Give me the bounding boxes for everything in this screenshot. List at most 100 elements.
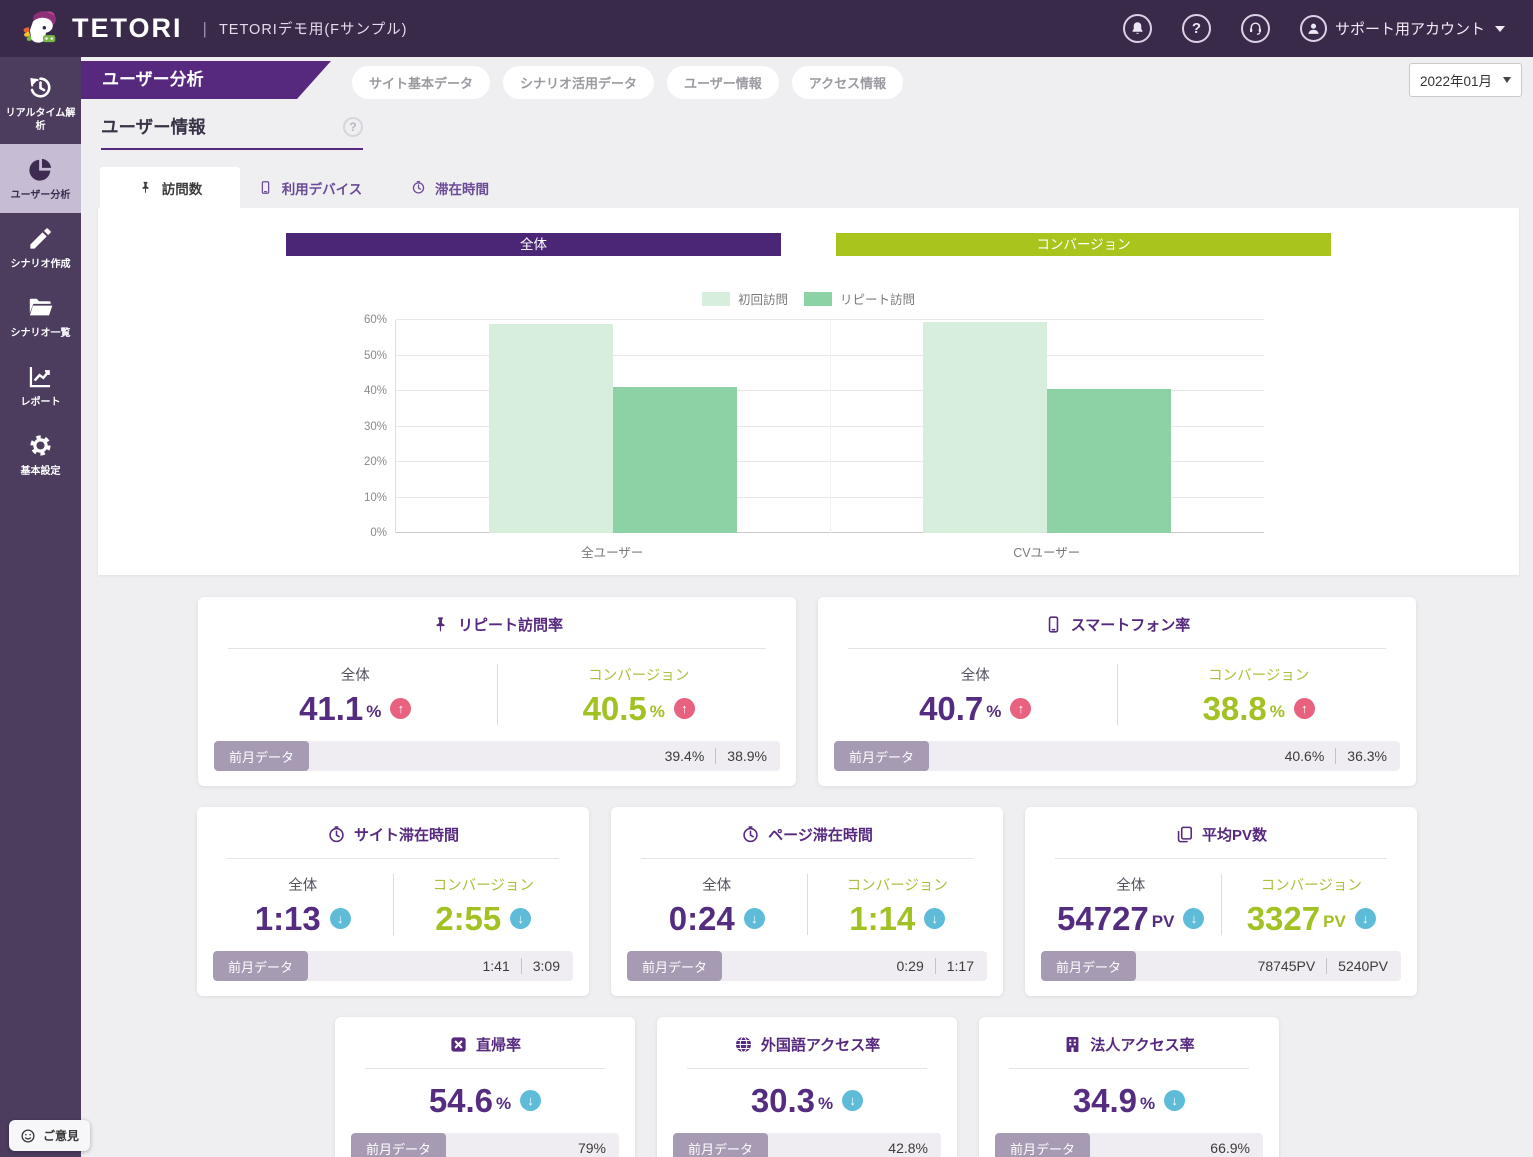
trend-down-icon: ↓ — [510, 908, 531, 929]
bar-first-visit-0[interactable] — [489, 324, 613, 533]
prev-month-chip: 前月データ — [351, 1133, 446, 1157]
sidebar-item-label: ユーザー分析 — [11, 189, 71, 202]
legend-swatch-first-visit — [702, 292, 730, 306]
page-header: ユーザー分析 サイト基本データシナリオ活用データユーザー情報アクセス情報 202… — [81, 57, 1533, 101]
trend-down-icon: ↓ — [520, 1090, 541, 1111]
user-icon — [1300, 15, 1327, 42]
card-metrics: 全体40.7%↑コンバージョン38.8%↑ — [834, 664, 1400, 725]
pill-2[interactable]: ユーザー情報 — [667, 66, 779, 99]
sidebar-item-settings[interactable]: 基本設定 — [0, 420, 81, 489]
section-help-icon[interactable]: ? — [343, 117, 363, 137]
prev-month-chip: 前月データ — [834, 741, 929, 771]
prev-month-row: 前月データ1:413:09 — [213, 951, 573, 981]
prev-month-values: 42.8% — [888, 1140, 941, 1156]
y-axis-tick: 0% — [343, 527, 387, 539]
sidebar-item-label: シナリオ作成 — [11, 258, 71, 271]
metric-unit: PV — [1152, 912, 1175, 935]
tab-visits[interactable]: 訪問数 — [100, 167, 240, 208]
card-divider — [227, 858, 559, 859]
tab-devices[interactable]: 利用デバイス — [240, 167, 380, 208]
help-icon[interactable]: ? — [1182, 14, 1211, 43]
metric-conversion: コンバージョン1:14↓ — [807, 874, 988, 935]
trend-down-icon: ↓ — [1164, 1090, 1185, 1111]
pin-icon — [431, 615, 450, 634]
page-title: ユーザー分析 — [81, 61, 331, 99]
card-title-bounce-rate: 直帰率 — [351, 1034, 619, 1055]
cards-row-2: 直帰率54.6%↓前月データ79%外国語アクセス率30.3%↓前月データ42.8… — [81, 1017, 1533, 1157]
trend-down-icon: ↓ — [330, 908, 351, 929]
bar-repeat-visit-1[interactable] — [1047, 389, 1171, 533]
metric-label: コンバージョン — [1261, 874, 1362, 895]
tetori-mascot-icon — [22, 8, 64, 50]
y-axis-tick: 50% — [343, 350, 387, 362]
metric-label: 全体 — [1116, 874, 1145, 895]
metric-value: 1:14 — [849, 902, 915, 935]
x-square-icon — [449, 1035, 468, 1054]
support-icon[interactable] — [1241, 14, 1270, 43]
kpi-cards: リピート訪問率全体41.1%↑コンバージョン40.5%↑前月データ39.4%38… — [81, 597, 1533, 1157]
bell-icon[interactable] — [1123, 14, 1152, 43]
prev-month-row: 前月データ 42.8% — [673, 1133, 941, 1157]
trend-down-icon: ↓ — [924, 908, 945, 929]
prev-month-chip: 前月データ — [673, 1133, 768, 1157]
sidebar-item-user-analysis[interactable]: ユーザー分析 — [0, 144, 81, 213]
prev-month-chip: 前月データ — [1041, 951, 1136, 981]
smiley-icon — [20, 1128, 36, 1144]
trend-down-icon: ↓ — [1355, 908, 1376, 929]
trend-down-icon: ↓ — [744, 908, 765, 929]
metric-conversion: コンバージョン3327PV↓ — [1221, 874, 1402, 935]
feedback-button[interactable]: ご意見 — [9, 1120, 90, 1151]
prev-month-value: 66.9% — [1210, 1140, 1250, 1156]
globe-icon — [734, 1035, 753, 1054]
prev-month-value: 42.8% — [888, 1140, 928, 1156]
section-head: ユーザー情報 ? — [101, 114, 363, 150]
metric-unit: % — [496, 1094, 511, 1117]
bar-repeat-visit-0[interactable] — [613, 387, 737, 533]
sidebar-item-scenario-list[interactable]: シナリオ一覧 — [0, 282, 81, 351]
account-menu[interactable]: サポート用アカウント — [1300, 15, 1505, 42]
prev-month-value: 36.3% — [1335, 748, 1387, 764]
sidebar-item-scenario-create[interactable]: シナリオ作成 — [0, 213, 81, 282]
card-foreign-access-rate: 外国語アクセス率30.3%↓前月データ42.8% — [657, 1017, 957, 1157]
sidebar-item-report[interactable]: レポート — [0, 351, 81, 420]
card-divider — [365, 1068, 605, 1069]
metric-value: 1:13 — [255, 902, 321, 935]
card-divider — [687, 1068, 927, 1069]
card-title-label: リピート訪問率 — [458, 614, 563, 635]
period-select[interactable]: 2022年01月 — [1409, 63, 1522, 97]
sidebar-item-label: リアルタイム解析 — [2, 107, 79, 133]
chart-legend: 初回訪問リピート訪問 — [98, 289, 1519, 308]
metric-single: 30.3%↓ — [673, 1084, 941, 1117]
app-header: TETORI | TETORIデモ用(Fサンプル) ? サポート用アカウント — [0, 0, 1533, 57]
prev-month-value: 1:17 — [935, 958, 974, 974]
header-separator: | — [203, 19, 207, 39]
tab-time[interactable]: 滞在時間 — [380, 167, 520, 208]
y-axis-tick: 30% — [343, 421, 387, 433]
card-page-stay-time: ページ滞在時間全体0:24↓コンバージョン1:14↓前月データ0:291:17 — [611, 807, 1003, 996]
sidebar-item-realtime[interactable]: リアルタイム解析 — [0, 62, 81, 144]
card-avg-pv: 平均PV数全体54727PV↓コンバージョン3327PV↓前月データ78745P… — [1025, 807, 1417, 996]
trend-down-icon: ↓ — [842, 1090, 863, 1111]
prev-month-value: 5240PV — [1326, 958, 1388, 974]
pill-0[interactable]: サイト基本データ — [352, 66, 490, 99]
metric-value: 54727 — [1057, 902, 1149, 935]
sidebar-item-label: 基本設定 — [21, 465, 61, 478]
prev-month-value: 1:41 — [483, 958, 510, 974]
card-bounce-rate: 直帰率54.6%↓前月データ79% — [335, 1017, 635, 1157]
chevron-down-icon — [1503, 77, 1511, 83]
pill-3[interactable]: アクセス情報 — [792, 66, 903, 99]
pill-1[interactable]: シナリオ活用データ — [503, 66, 654, 99]
metric-unit: % — [366, 702, 381, 725]
prev-month-row: 前月データ78745PV5240PV — [1041, 951, 1401, 981]
card-title-page-stay-time: ページ滞在時間 — [627, 824, 987, 845]
prev-month-row: 前月データ39.4%38.9% — [214, 741, 780, 771]
metric-unit: % — [1140, 1094, 1155, 1117]
trend-up-icon: ↑ — [390, 698, 411, 719]
bar-first-visit-1[interactable] — [923, 322, 1047, 533]
pencil-icon — [27, 225, 54, 252]
plot-area: 0%10%20%30%40%50%60% — [395, 320, 1264, 533]
metric-value: 38.8 — [1203, 692, 1267, 725]
legend-label: リピート訪問 — [840, 289, 915, 308]
card-metrics: 54.6%↓ — [351, 1084, 619, 1117]
prev-month-row: 前月データ66.9% — [995, 1133, 1263, 1157]
